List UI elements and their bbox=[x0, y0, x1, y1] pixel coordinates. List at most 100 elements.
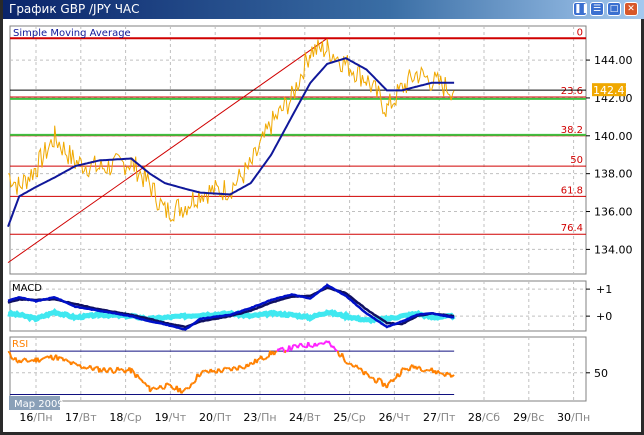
x-tick-label: 20/Пт bbox=[199, 411, 232, 424]
rsi-segment bbox=[41, 357, 45, 360]
rsi-segment bbox=[415, 366, 420, 370]
rsi-segment bbox=[198, 374, 201, 378]
rsi-segment bbox=[315, 343, 319, 347]
rsi-segment bbox=[103, 367, 107, 372]
rsi-segment bbox=[188, 383, 193, 389]
rsi-segment bbox=[392, 378, 396, 383]
x-tick-label: 19/Чт bbox=[155, 411, 187, 424]
rsi-segment bbox=[349, 362, 353, 366]
rsi-segment bbox=[10, 356, 14, 360]
rsi-segment bbox=[71, 360, 75, 364]
rsi-segment bbox=[162, 387, 166, 391]
rsi-segment bbox=[106, 369, 110, 374]
rsi-segment bbox=[159, 384, 163, 389]
rsi-segment bbox=[21, 358, 25, 362]
y-tick-label: 134.00 bbox=[594, 243, 633, 256]
rsi-segment bbox=[327, 340, 332, 345]
rsi-segment bbox=[212, 369, 217, 373]
x-tick-label: 29/Вс bbox=[513, 411, 544, 424]
rsi-segment bbox=[221, 367, 226, 372]
fib-level-label: 0 bbox=[577, 27, 583, 38]
rsi-segment bbox=[100, 369, 104, 373]
panel-main bbox=[9, 25, 587, 275]
chart-area[interactable]: 16/Пн 17/Вт 18/Ср 19/Чт 20/Пт 23/Пн 24/Вт 25/Ср… bbox=[0, 0, 644, 435]
rsi-segment bbox=[345, 361, 349, 365]
rsi-segment bbox=[121, 368, 125, 372]
rsi-segment bbox=[83, 366, 87, 370]
rsi-segment bbox=[323, 341, 327, 345]
rsi-segment bbox=[183, 387, 187, 391]
rsi-segment bbox=[371, 376, 375, 380]
rsi-segment bbox=[445, 371, 450, 375]
x-tick-label: 23/Пн bbox=[243, 411, 276, 424]
fib-level-label: 23.6 bbox=[561, 86, 583, 97]
rsi-segment bbox=[452, 374, 455, 377]
rsi-segment bbox=[19, 360, 24, 364]
rsi-segment bbox=[153, 387, 157, 390]
x-tick-label: 30/Пн bbox=[557, 411, 590, 424]
rsi-segment bbox=[262, 358, 265, 361]
rsi-segment bbox=[342, 358, 347, 363]
rsi-segment bbox=[233, 366, 237, 370]
rsi-segment bbox=[398, 374, 402, 378]
y-tick-label: 136.00 bbox=[594, 206, 633, 219]
rsi-segment bbox=[182, 389, 185, 393]
rsi-segment bbox=[220, 370, 224, 374]
rsi-segment bbox=[255, 358, 260, 364]
rsi-segment bbox=[187, 387, 191, 390]
rsi-segment bbox=[333, 348, 338, 352]
rsi-segment bbox=[199, 371, 203, 376]
rsi-segment bbox=[165, 382, 169, 385]
rsi-segment bbox=[113, 370, 117, 374]
rsi-segment bbox=[192, 381, 195, 385]
rsi-segment bbox=[44, 356, 47, 359]
rsi-segment bbox=[264, 356, 268, 360]
rsi-segment bbox=[377, 377, 381, 380]
rsi-segment bbox=[290, 348, 293, 351]
rsi-segment bbox=[140, 379, 145, 384]
x-tick-label: 16/Пн bbox=[19, 411, 52, 424]
rsi-segment bbox=[247, 363, 251, 368]
rsi-segment bbox=[89, 364, 93, 370]
rsi-segment bbox=[276, 348, 280, 352]
y-tick-label: +1 bbox=[596, 283, 612, 296]
rsi-segment bbox=[156, 386, 160, 390]
y-tick-label: 138.00 bbox=[594, 168, 633, 181]
fib-level-label: 76.4 bbox=[561, 223, 583, 234]
rsi-segment bbox=[301, 344, 305, 348]
x-tick-label: 25/Ср bbox=[333, 411, 365, 424]
rsi-segment bbox=[309, 345, 313, 348]
rsi-segment bbox=[230, 366, 235, 372]
rsi-segment bbox=[193, 379, 197, 384]
period-label: Мар 2009 bbox=[14, 399, 64, 410]
rsi-segment bbox=[130, 367, 134, 371]
rsi-segment bbox=[205, 369, 209, 374]
rsi-segment bbox=[379, 378, 382, 381]
fib-level-label: 61.8 bbox=[561, 185, 583, 196]
rsi-segment bbox=[418, 366, 423, 372]
rsi-segment bbox=[364, 370, 368, 374]
rsi-segment bbox=[169, 384, 174, 389]
x-tick-label: 18/Ср bbox=[109, 411, 141, 424]
y-tick-label: 50 bbox=[594, 367, 608, 380]
x-tick-label: 27/Пт bbox=[423, 411, 456, 424]
x-tick-label: 28/Сб bbox=[468, 411, 500, 424]
rsi-segment bbox=[438, 371, 442, 375]
rsi-segment bbox=[184, 386, 188, 390]
rsi-segment bbox=[27, 360, 31, 363]
rsi-segment bbox=[441, 372, 445, 376]
rsi-segment bbox=[217, 368, 221, 372]
rsi-segment bbox=[150, 386, 154, 391]
indicator-label: Simple Moving Average bbox=[13, 28, 131, 39]
rsi-segment bbox=[387, 381, 391, 384]
rsi-segment bbox=[351, 364, 355, 368]
rsi-segment bbox=[372, 378, 377, 384]
rsi-segment bbox=[139, 378, 143, 381]
rsi-segment bbox=[296, 344, 301, 349]
rsi-segment bbox=[137, 376, 141, 380]
rsi-segment bbox=[38, 359, 42, 363]
x-tick-label: 26/Чт bbox=[379, 411, 411, 424]
rsi-segment bbox=[227, 367, 231, 370]
rsi-label: RSI bbox=[12, 339, 28, 350]
rsi-segment bbox=[118, 368, 122, 372]
